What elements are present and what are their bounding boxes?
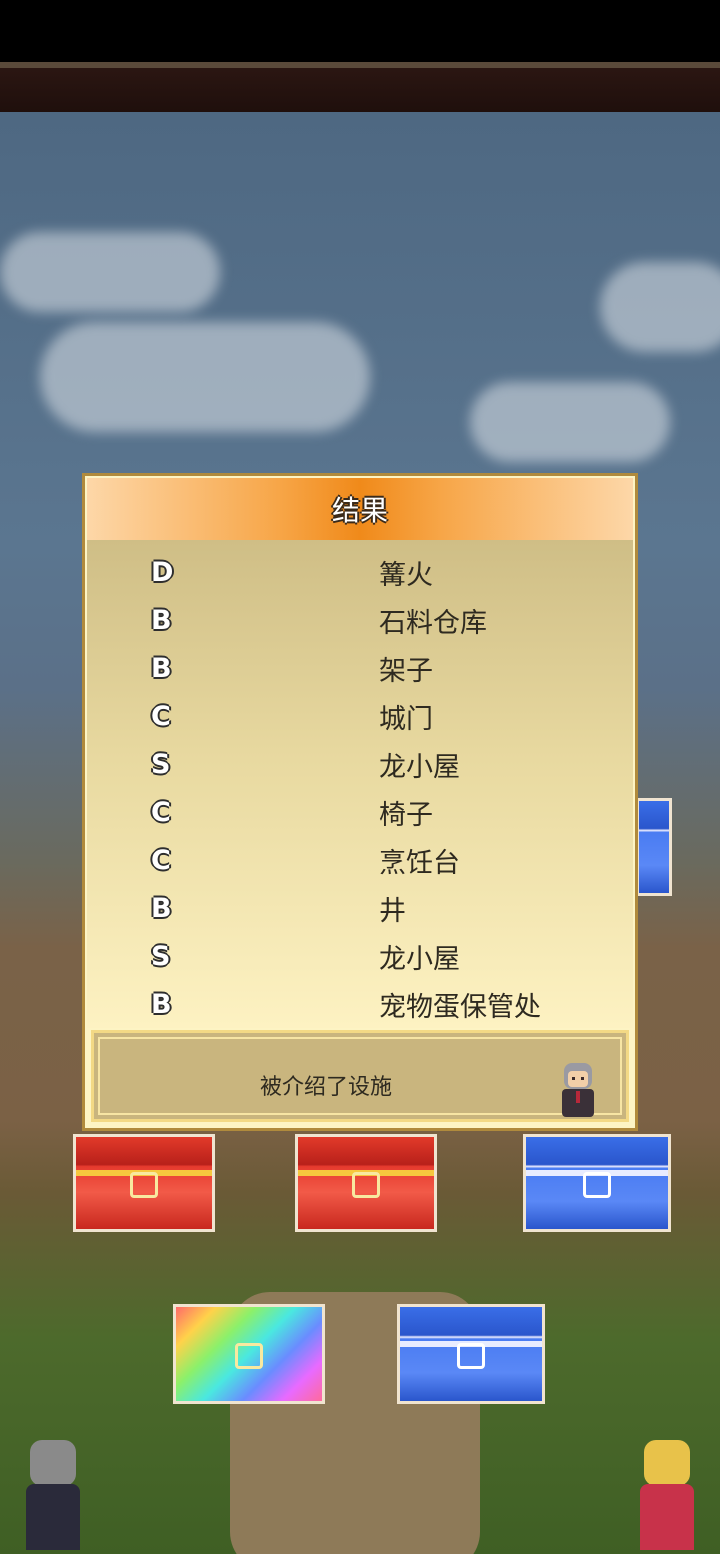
chest-lock-icon [130, 1171, 158, 1198]
message-box[interactable]: 被介绍了设施 [91, 1030, 629, 1122]
treasure-chest-blue[interactable] [523, 1134, 671, 1232]
rank-label: B [151, 652, 172, 684]
character-head [30, 1440, 76, 1486]
cloud [40, 322, 370, 432]
character-right [632, 1440, 702, 1550]
rank-label: B [151, 988, 172, 1020]
facility-name: 架子 [379, 655, 433, 687]
facility-name: 龙小屋 [379, 943, 460, 975]
rank-label: S [151, 748, 171, 780]
facility-name: 石料仓库 [379, 607, 487, 639]
treasure-chest-blue-partial[interactable] [636, 798, 672, 896]
cloud [0, 232, 220, 312]
character-head [644, 1440, 690, 1486]
facility-name: 城门 [379, 703, 433, 735]
cloud [470, 382, 670, 462]
facility-name: 宠物蛋保管处 [379, 991, 541, 1023]
chest-lock-icon [352, 1171, 380, 1198]
dialog-title: 结果 [331, 494, 388, 527]
message-text: 被介绍了设施 [260, 1075, 393, 1100]
chest-lock-icon [457, 1342, 485, 1369]
result-row: C 椅子 [87, 788, 633, 836]
rank-label: C [151, 844, 171, 876]
result-row: B 宠物蛋保管处 [87, 980, 633, 1028]
facility-name: 井 [379, 895, 406, 927]
status-bar [0, 0, 720, 62]
rank-label: B [151, 892, 172, 924]
treasure-chest-rainbow[interactable] [173, 1304, 325, 1404]
advisor-avatar-icon [562, 1063, 594, 1117]
result-row: S 龙小屋 [87, 740, 633, 788]
result-row: B 井 [87, 884, 633, 932]
character-body [26, 1484, 80, 1550]
facility-name: 篝火 [379, 559, 433, 591]
result-row: C 烹饪台 [87, 836, 633, 884]
treasure-chest-blue[interactable] [397, 1304, 545, 1404]
rank-label: C [151, 796, 171, 828]
rank-label: D [151, 556, 174, 588]
result-row: B 石料仓库 [87, 596, 633, 644]
chest-lock-icon [235, 1342, 263, 1369]
rank-label: C [151, 700, 171, 732]
result-row: S 龙小屋 [87, 932, 633, 980]
facility-name: 椅子 [379, 799, 433, 831]
cloud [600, 262, 720, 352]
facility-name: 龙小屋 [379, 751, 460, 783]
facility-name: 烹饪台 [379, 847, 460, 879]
chest-lock-icon [583, 1171, 611, 1198]
treasure-chest-red[interactable] [73, 1134, 215, 1232]
message-box-inner: 被介绍了设施 [98, 1037, 622, 1117]
result-row: B 架子 [87, 644, 633, 692]
character-body [640, 1484, 694, 1550]
result-row: C 城门 [87, 692, 633, 740]
dialog-header: 结果 [87, 478, 633, 540]
result-list: D 篝火 B 石料仓库 B 架子 C 城门 S 龙小屋 C 椅子 C 烹饪台 B [87, 540, 633, 1028]
game-top-bar [0, 62, 720, 112]
character-left [18, 1440, 88, 1550]
result-row: D 篝火 [87, 548, 633, 596]
result-dialog: 结果 D 篝火 B 石料仓库 B 架子 C 城门 S 龙小屋 C 椅子 C 烹饪… [82, 473, 638, 1131]
rank-label: S [151, 940, 171, 972]
treasure-chest-red[interactable] [295, 1134, 437, 1232]
rank-label: B [151, 604, 172, 636]
